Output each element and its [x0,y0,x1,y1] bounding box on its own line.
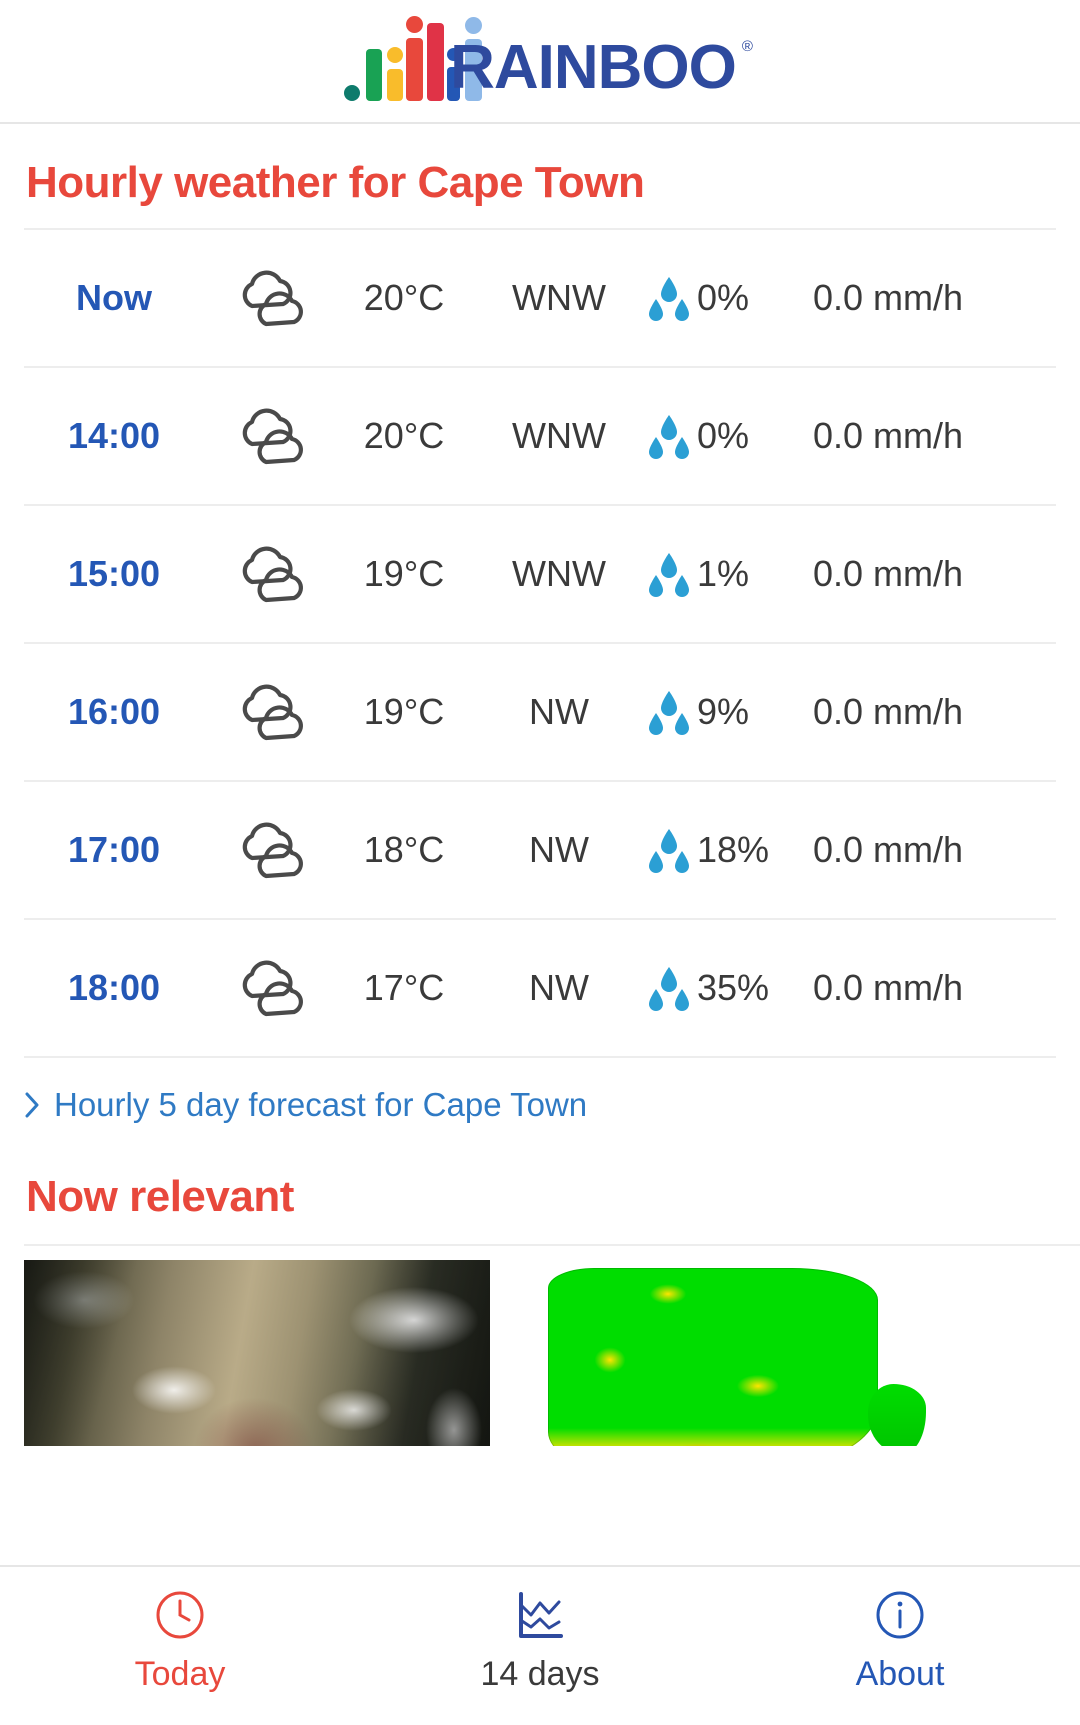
row-pop-value: 1% [697,553,750,594]
cloudy-icon [204,683,329,741]
hourly-5-day-forecast-link[interactable]: Hourly 5 day forecast for Cape Town [0,1058,1080,1154]
row-pop-value: 18% [697,829,770,870]
row-temperature: 19°C [363,691,445,732]
forecast-link-label: Hourly 5 day forecast for Cape Town [54,1086,588,1123]
row-time: 16:00 [67,691,161,732]
bar-chart-logo-icon [344,16,483,101]
raindrops-icon [649,829,689,873]
row-pop-value: 35% [697,967,770,1008]
row-time: 17:00 [67,829,161,870]
row-wind-direction: NW [529,967,589,1008]
bottom-navigation: Today 14 days About [0,1565,1080,1725]
row-wind-direction: NW [529,829,589,870]
app-header: RAINBOO ® [0,0,1080,124]
raindrops-icon [649,277,689,321]
row-wind-direction: WNW [512,415,606,456]
row-precip-rate: 0.0 mm/h [813,691,964,732]
row-wind-direction: WNW [512,277,606,318]
nav-item-14-days[interactable]: 14 days [360,1589,720,1694]
row-time: 15:00 [67,553,161,594]
row-pop-value: 0% [697,415,750,456]
row-temperature: 18°C [363,829,445,870]
now-relevant-title: Now relevant [26,1172,294,1221]
nav-label-today: Today [134,1655,226,1693]
table-row[interactable]: 18:00 17°C NW 35% 0.0 mm/h [0,920,1080,1056]
row-temperature: 17°C [363,967,445,1008]
table-row[interactable]: Now 20°C WNW 0% 0.0 mm/h [0,230,1080,366]
brand-name: RAINBOO ® [450,37,753,101]
row-precip-probability: 35% [639,965,809,1011]
row-pop-value: 9% [697,691,750,732]
hourly-forecast-table: Now 20°C WNW 0% 0.0 mm/h 14:00 20°C WNW … [0,230,1080,1058]
precip-map-region [548,1268,878,1446]
line-chart-icon [519,1592,563,1638]
table-row[interactable]: 16:00 19°C NW 9% 0.0 mm/h [0,644,1080,780]
row-temperature: 20°C [363,277,445,318]
precip-map-speck [847,1385,856,1394]
brand-name-text: RAINBOO [450,33,737,102]
raindrops-icon [649,691,689,735]
table-row[interactable]: 17:00 18°C NW 18% 0.0 mm/h [0,782,1080,918]
raindrops-icon [649,553,689,597]
row-time: 18:00 [67,967,161,1008]
page-title: Hourly weather for Cape Town [26,158,645,207]
chevron-right-icon [25,1092,39,1118]
precip-map-island [868,1384,926,1446]
raindrops-icon [649,967,689,1011]
page-content: Hourly weather for Cape Town Now 20°C WN… [0,124,1080,1565]
precipitation-map-card[interactable] [508,1260,974,1446]
cloudy-icon [204,821,329,879]
cloudy-icon [204,545,329,603]
nav-label-about: About [855,1655,945,1693]
row-wind-direction: NW [529,691,589,732]
row-precip-probability: 1% [639,551,809,597]
nav-item-today[interactable]: Today [0,1589,360,1694]
cloudy-icon [204,269,329,327]
row-precip-rate: 0.0 mm/h [813,277,964,318]
row-wind-direction: WNW [512,553,606,594]
raindrops-icon [649,415,689,459]
row-precip-probability: 18% [639,827,809,873]
row-precip-rate: 0.0 mm/h [813,553,964,594]
table-row[interactable]: 14:00 20°C WNW 0% 0.0 mm/h [0,368,1080,504]
row-precip-rate: 0.0 mm/h [813,415,964,456]
row-pop-value: 0% [697,277,750,318]
clock-icon [156,1591,204,1639]
registered-mark: ® [741,38,753,55]
brand-logo[interactable]: RAINBOO ® [344,16,753,101]
row-precip-probability: 0% [639,275,809,321]
cloudy-icon [204,407,329,465]
nav-item-about[interactable]: About [720,1589,1080,1694]
row-time: 14:00 [67,415,161,456]
row-precip-probability: 9% [639,689,809,735]
nav-label-14-days: 14 days [480,1655,600,1693]
satellite-image-card[interactable] [24,1260,490,1446]
row-precip-probability: 0% [639,413,809,459]
info-icon [876,1591,924,1639]
row-precip-rate: 0.0 mm/h [813,967,964,1008]
weather-app: RAINBOO ® Hourly weather for Cape Town N… [0,0,1080,1725]
now-relevant-cards [0,1246,1080,1446]
row-precip-rate: 0.0 mm/h [813,829,964,870]
row-time: Now [76,277,152,318]
table-row[interactable]: 15:00 19°C WNW 1% 0.0 mm/h [0,506,1080,642]
cloudy-icon [204,959,329,1017]
row-temperature: 20°C [363,415,445,456]
row-temperature: 19°C [363,553,445,594]
